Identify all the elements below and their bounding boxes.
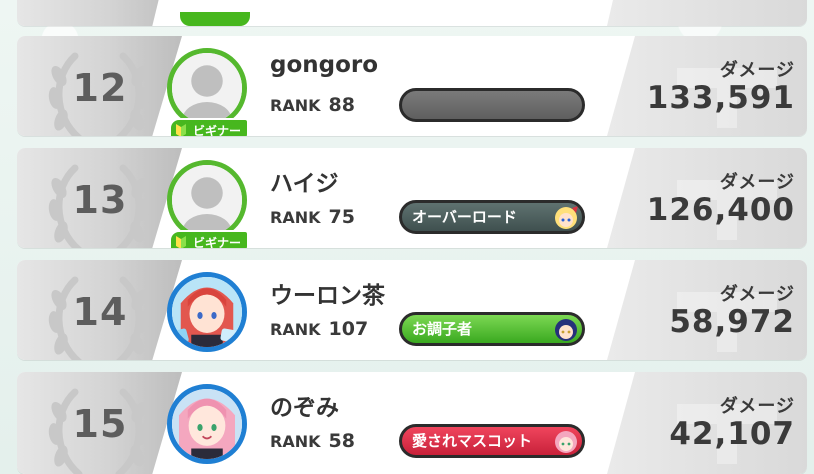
player-name: ウーロン茶 xyxy=(270,283,385,309)
player-rank: RANK 75 xyxy=(270,206,355,228)
damage-value: 42,107 xyxy=(669,416,795,452)
ranking-row[interactable]: 14 ウーロン茶 RANK 107 お調子者 ダメージ 58,972 xyxy=(17,260,807,360)
ranking-row[interactable]: 12 ビギナー gongoro RANK 88 ダメージ 133,591 xyxy=(17,36,807,136)
ranking-list[interactable]: 12 ビギナー gongoro RANK 88 ダメージ 133,591 13 … xyxy=(17,0,807,474)
damage-value: 133,591 xyxy=(646,80,795,116)
beginner-leaf-icon xyxy=(176,124,186,136)
damage-value: 126,400 xyxy=(646,192,795,228)
title-badge[interactable]: お調子者 xyxy=(399,312,585,346)
placement-number: 12 xyxy=(72,66,128,110)
damage-value: 58,972 xyxy=(669,304,795,340)
blonde-chibi-icon xyxy=(555,206,578,229)
title-label: 愛されマスコット xyxy=(412,432,533,450)
player-name: gongoro xyxy=(270,52,379,78)
pink-hair-chibi-icon xyxy=(555,431,577,453)
title-label: オーバーロード xyxy=(412,208,517,226)
pink-hair-girl-portrait xyxy=(172,389,242,459)
player-name: ハイジ xyxy=(270,171,339,197)
beginner-label: ビギナー xyxy=(193,124,242,136)
title-badge[interactable]: オーバーロード xyxy=(399,200,585,234)
damage-label: ダメージ xyxy=(719,60,795,81)
beginner-label: ビギナー xyxy=(193,236,242,248)
beginner-badge-partial xyxy=(180,12,250,26)
rank-label: RANK xyxy=(270,320,321,339)
placement-number: 15 xyxy=(72,402,128,446)
player-avatar[interactable] xyxy=(167,160,247,240)
damage-label: ダメージ xyxy=(719,396,795,417)
damage-label: ダメージ xyxy=(719,172,795,193)
ranking-row[interactable]: 13 ビギナー ハイジ RANK 75 オーバーロード ダメージ 126,400 xyxy=(17,148,807,248)
title-badge[interactable]: 愛されマスコット xyxy=(399,424,585,458)
red-hair-girl-portrait xyxy=(172,277,242,347)
placement-number: 13 xyxy=(72,178,128,222)
rank-value: 107 xyxy=(328,318,369,340)
beginner-badge: ビギナー xyxy=(169,230,250,248)
player-rank: RANK 58 xyxy=(270,430,355,452)
rank-zone xyxy=(17,0,182,26)
player-avatar[interactable] xyxy=(167,48,247,128)
placement-number: 14 xyxy=(72,290,128,334)
beginner-badge: ビギナー xyxy=(169,118,250,136)
player-rank: RANK 88 xyxy=(270,94,355,116)
player-avatar[interactable] xyxy=(167,272,247,352)
rank-value: 58 xyxy=(328,430,355,452)
rank-value: 88 xyxy=(328,94,355,116)
player-rank: RANK 107 xyxy=(270,318,368,340)
player-avatar[interactable] xyxy=(167,384,247,464)
damage-label: ダメージ xyxy=(719,284,795,305)
title-badge[interactable] xyxy=(399,88,585,122)
damage-zone xyxy=(607,0,807,26)
rank-label: RANK xyxy=(270,96,321,115)
rank-value: 75 xyxy=(328,206,355,228)
ranking-row-partial[interactable] xyxy=(17,0,807,26)
rank-label: RANK xyxy=(270,432,321,451)
navy-hair-chibi-icon xyxy=(555,319,577,341)
default-avatar-silhouette xyxy=(172,53,242,123)
title-label: お調子者 xyxy=(412,320,473,338)
player-name: のぞみ xyxy=(270,395,339,421)
rank-label: RANK xyxy=(270,208,321,227)
beginner-leaf-icon xyxy=(176,236,186,248)
default-avatar-silhouette xyxy=(172,165,242,235)
ranking-row[interactable]: 15 のぞみ RANK 58 愛されマスコット ダメージ 42,107 xyxy=(17,372,807,474)
